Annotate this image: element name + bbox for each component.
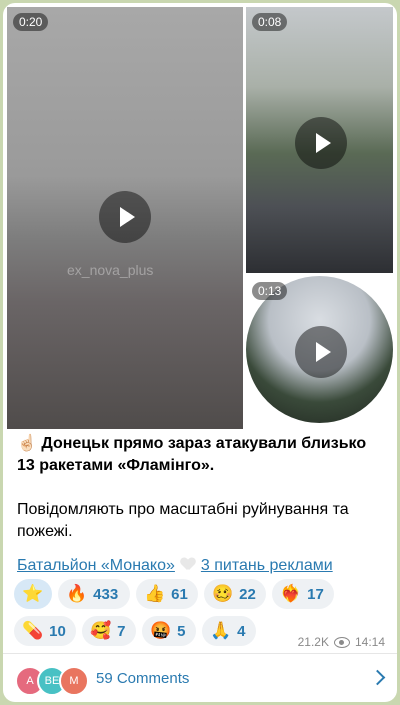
channel-post: 0:20 ex_nova_plus 0:08 0:13 ☝🏻 Донецьк п… [3,3,397,702]
video-thumbnail-3[interactable]: 0:13 [246,276,393,429]
comments-bar[interactable]: A BE M 59 Comments [3,653,397,702]
video-duration: 0:20 [13,13,49,31]
reaction-count: 22 [239,585,256,603]
post-links: Батальйон «Монако» 3 питань реклами [17,557,333,575]
post-time: 14:14 [354,635,385,649]
reaction-woozy[interactable]: 🥴 22 [204,579,266,609]
reaction-angry[interactable]: 🤬 5 [142,616,196,646]
post-meta: 21.2K 14:14 [298,635,385,649]
cursing-face-icon: 🤬 [150,621,172,640]
eye-icon [333,636,350,648]
star-icon: ⭐ [22,584,44,603]
video-thumbnail-2[interactable]: 0:08 [246,7,393,273]
woozy-face-icon: 🥴 [212,584,234,603]
reaction-count: 5 [177,622,186,640]
chevron-right-icon[interactable] [369,669,386,686]
post-headline: Донецьк прямо зараз атакували близько 13… [17,435,367,474]
thumbs-up-icon: 👍 [144,584,166,603]
white-heart-icon [181,558,195,571]
reaction-love[interactable]: 🥰 7 [82,616,136,646]
video-thumbnail-1[interactable]: 0:20 ex_nova_plus [7,7,243,429]
heart-on-fire-icon: ❤️‍🔥 [280,584,302,603]
reaction-pill[interactable]: 💊 10 [14,616,76,646]
reaction-heart-fire[interactable]: ❤️‍🔥 17 [272,579,334,609]
post-body: Повідомляють про масштабні руйнування та… [17,501,349,540]
smiling-hearts-icon: 🥰 [90,621,112,640]
reaction-count: 17 [307,585,324,603]
video-duration: 0:13 [252,282,288,300]
play-icon[interactable] [295,117,347,169]
reaction-count: 61 [171,585,188,603]
video-duration: 0:08 [252,13,288,31]
reaction-count: 433 [93,585,119,603]
channel-link[interactable]: Батальйон «Монако» [17,557,175,574]
reaction-thumbs-up[interactable]: 👍 61 [136,579,198,609]
reaction-count: 4 [237,622,246,640]
view-count: 21.2K [297,635,329,649]
reaction-fire[interactable]: 🔥 433 [58,579,130,609]
reaction-pray[interactable]: 🙏 4 [202,616,256,646]
ads-link[interactable]: 3 питань реклами [201,557,333,574]
play-icon[interactable] [99,191,151,243]
play-icon[interactable] [295,326,347,378]
reaction-count: 10 [49,622,66,640]
reaction-star[interactable]: ⭐ [14,579,52,609]
fire-icon: 🔥 [66,584,88,603]
pill-icon: 💊 [22,621,44,640]
video-watermark: ex_nova_plus [67,262,154,278]
praying-hands-icon: 🙏 [210,621,232,640]
reaction-count: 7 [117,622,126,640]
post-text: ☝🏻 Донецьк прямо зараз атакували близько… [17,433,387,565]
avatar: M [59,666,89,696]
hand-emoji-icon: ☝🏻 [17,435,37,452]
comments-label[interactable]: 59 Comments [96,670,189,687]
